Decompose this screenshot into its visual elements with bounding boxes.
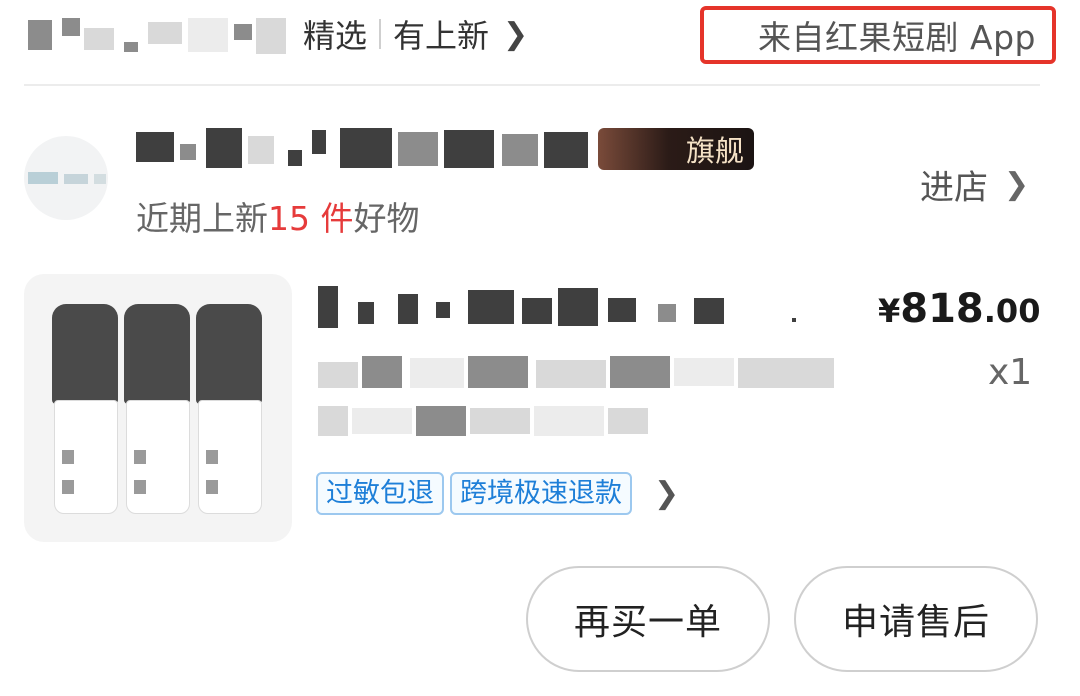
source-app-label: 来自红果短剧 App bbox=[758, 18, 1036, 57]
store-new-items-summary: 近期上新15 件好物 bbox=[136, 192, 419, 240]
header-separator bbox=[24, 84, 1040, 86]
bottle-illustration bbox=[124, 304, 190, 514]
header-divider bbox=[379, 19, 382, 49]
bottle-illustration bbox=[52, 304, 118, 514]
service-tags[interactable]: 过敏包退 跨境极速退款 ❯ bbox=[316, 472, 679, 516]
store-avatar[interactable] bbox=[24, 136, 108, 220]
price-main: 818 bbox=[900, 286, 984, 332]
store-source-tail: 精选 bbox=[303, 17, 368, 55]
blurred-product-desc-line1 bbox=[318, 354, 838, 390]
enter-store-label: 进店 bbox=[920, 168, 988, 208]
new-arrivals-link[interactable]: 有上新 bbox=[393, 11, 489, 57]
blurred-product-title[interactable] bbox=[318, 284, 798, 332]
product-price: ¥818.00 bbox=[878, 286, 1040, 332]
price-decimal: .00 bbox=[983, 292, 1041, 330]
product-image[interactable] bbox=[24, 274, 292, 542]
enter-store-button[interactable]: 进店 ❯ bbox=[920, 160, 1029, 209]
chevron-right-icon[interactable]: ❯ bbox=[654, 476, 679, 511]
flagship-badge-label: 旗舰 bbox=[685, 134, 744, 168]
after-sale-button[interactable]: 申请售后 bbox=[794, 566, 1038, 672]
blurred-store-name bbox=[28, 14, 303, 54]
blurred-product-desc-line2 bbox=[318, 402, 658, 438]
bottle-illustration bbox=[196, 304, 262, 514]
product-quantity: x1 bbox=[988, 352, 1033, 393]
price-currency: ¥ bbox=[878, 292, 901, 330]
blurred-store-title[interactable] bbox=[136, 126, 606, 170]
store-subtitle-suffix: 好物 bbox=[353, 199, 420, 238]
chevron-right-icon: ❯ bbox=[1004, 167, 1030, 202]
flagship-badge: 旗舰 bbox=[598, 128, 754, 170]
new-items-count: 15 件 bbox=[268, 199, 354, 238]
chevron-right-icon[interactable]: ❯ bbox=[503, 17, 528, 52]
store-subtitle-prefix: 近期上新 bbox=[136, 199, 268, 238]
tag-fast-refund: 跨境极速退款 bbox=[450, 472, 632, 516]
tag-allergy-return: 过敏包退 bbox=[316, 472, 444, 516]
store-source-header: 精选 有上新 ❯ bbox=[28, 10, 528, 58]
source-app-highlight: 来自红果短剧 App bbox=[700, 6, 1056, 64]
rebuy-button[interactable]: 再买一单 bbox=[526, 566, 770, 672]
